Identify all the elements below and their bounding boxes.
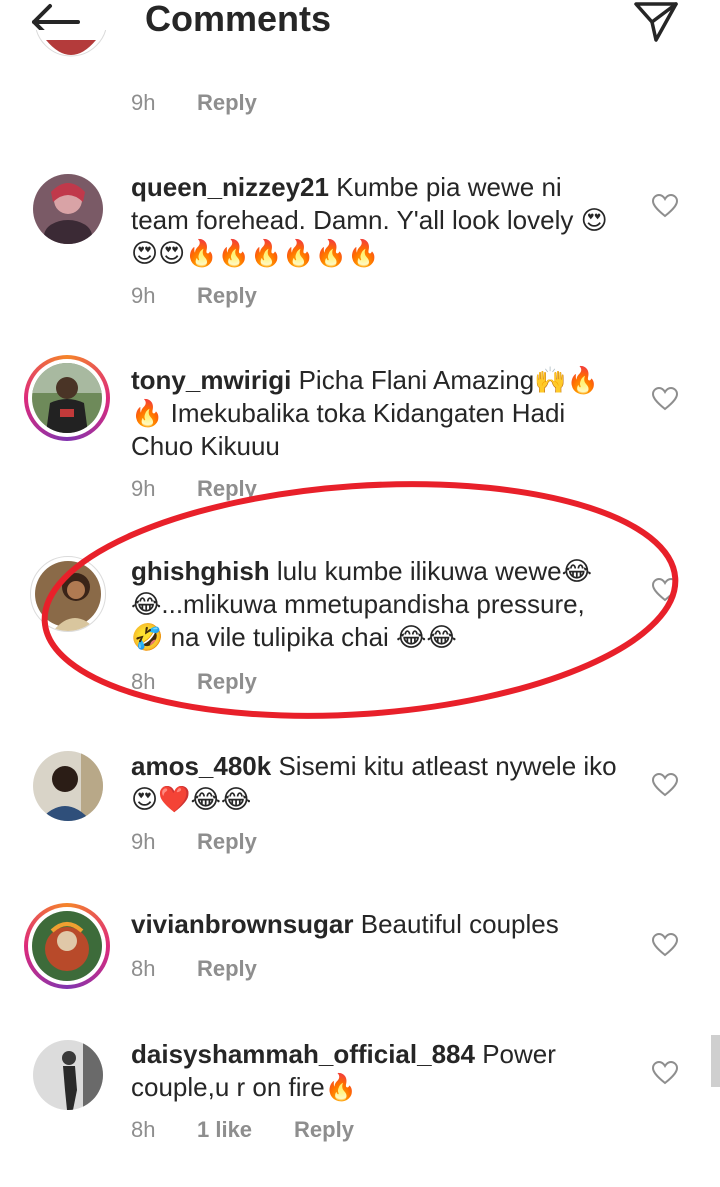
avatar[interactable]: [36, 30, 106, 85]
avatar[interactable]: [30, 556, 106, 632]
header-bar: Comments: [0, 0, 720, 60]
comment-meta: 8h Reply: [131, 669, 257, 695]
comment-username[interactable]: queen_nizzey21: [131, 172, 329, 202]
likes-count[interactable]: 1 like: [197, 1117, 252, 1142]
comment-username[interactable]: daisyshammah_official_884: [131, 1039, 475, 1069]
comment-meta: 9h Reply: [131, 829, 257, 855]
comment-time: 9h: [131, 829, 156, 854]
comment-username[interactable]: ghishghish: [131, 556, 270, 586]
scrollbar[interactable]: [711, 1035, 720, 1087]
comment-meta: 8h 1 like Reply: [131, 1117, 354, 1143]
comment-meta: 9h Reply: [131, 283, 257, 309]
comment-text: daisyshammah_official_884 Power couple,u…: [131, 1038, 621, 1104]
reply-button[interactable]: Reply: [197, 956, 257, 981]
comment-body: Beautiful couples: [360, 909, 559, 939]
comment-text: vivianbrownsugar Beautiful couples: [131, 908, 621, 941]
comment-time: 9h: [131, 90, 156, 115]
avatar-story-ring[interactable]: [24, 355, 110, 441]
heart-icon[interactable]: [651, 772, 679, 798]
comment-time: 9h: [131, 476, 156, 501]
reply-button[interactable]: Reply: [197, 669, 257, 694]
heart-icon[interactable]: [651, 193, 679, 219]
comment-text: ghishghish lulu kumbe ilikuwa wewe😂😂...m…: [131, 555, 621, 654]
avatar: [32, 911, 102, 981]
comment-time: 8h: [131, 669, 156, 694]
comment-text: amos_480k Sisemi kitu atleast nywele iko…: [131, 750, 621, 816]
heart-icon[interactable]: [651, 1060, 679, 1086]
heart-icon[interactable]: [651, 386, 679, 412]
avatar[interactable]: [33, 174, 103, 244]
comment-meta: 9h Reply: [131, 90, 257, 116]
heart-icon[interactable]: [651, 577, 679, 603]
comment-text: tony_mwirigi Picha Flani Amazing🙌🔥🔥 Imek…: [131, 364, 621, 463]
comment-meta: 9h Reply: [131, 476, 257, 502]
comment-username[interactable]: amos_480k: [131, 751, 271, 781]
page-title: Comments: [145, 0, 332, 39]
comment-time: 8h: [131, 956, 156, 981]
avatar: [32, 363, 102, 433]
comment-meta: 8h Reply: [131, 956, 257, 982]
reply-button[interactable]: Reply: [197, 283, 257, 308]
avatar[interactable]: [33, 751, 103, 821]
reply-button[interactable]: Reply: [294, 1117, 354, 1142]
comment-time: 9h: [131, 283, 156, 308]
reply-button[interactable]: Reply: [197, 476, 257, 501]
comment-username[interactable]: vivianbrownsugar: [131, 909, 354, 939]
avatar[interactable]: [33, 1040, 103, 1110]
comment-time: 8h: [131, 1117, 156, 1142]
paper-plane-icon[interactable]: [632, 0, 680, 44]
comment-text: queen_nizzey21 Kumbe pia wewe ni team fo…: [131, 171, 621, 270]
heart-icon[interactable]: [651, 932, 679, 958]
reply-button[interactable]: Reply: [197, 829, 257, 854]
comment-username[interactable]: tony_mwirigi: [131, 365, 291, 395]
reply-button[interactable]: Reply: [197, 90, 257, 115]
avatar-story-ring[interactable]: [24, 903, 110, 989]
